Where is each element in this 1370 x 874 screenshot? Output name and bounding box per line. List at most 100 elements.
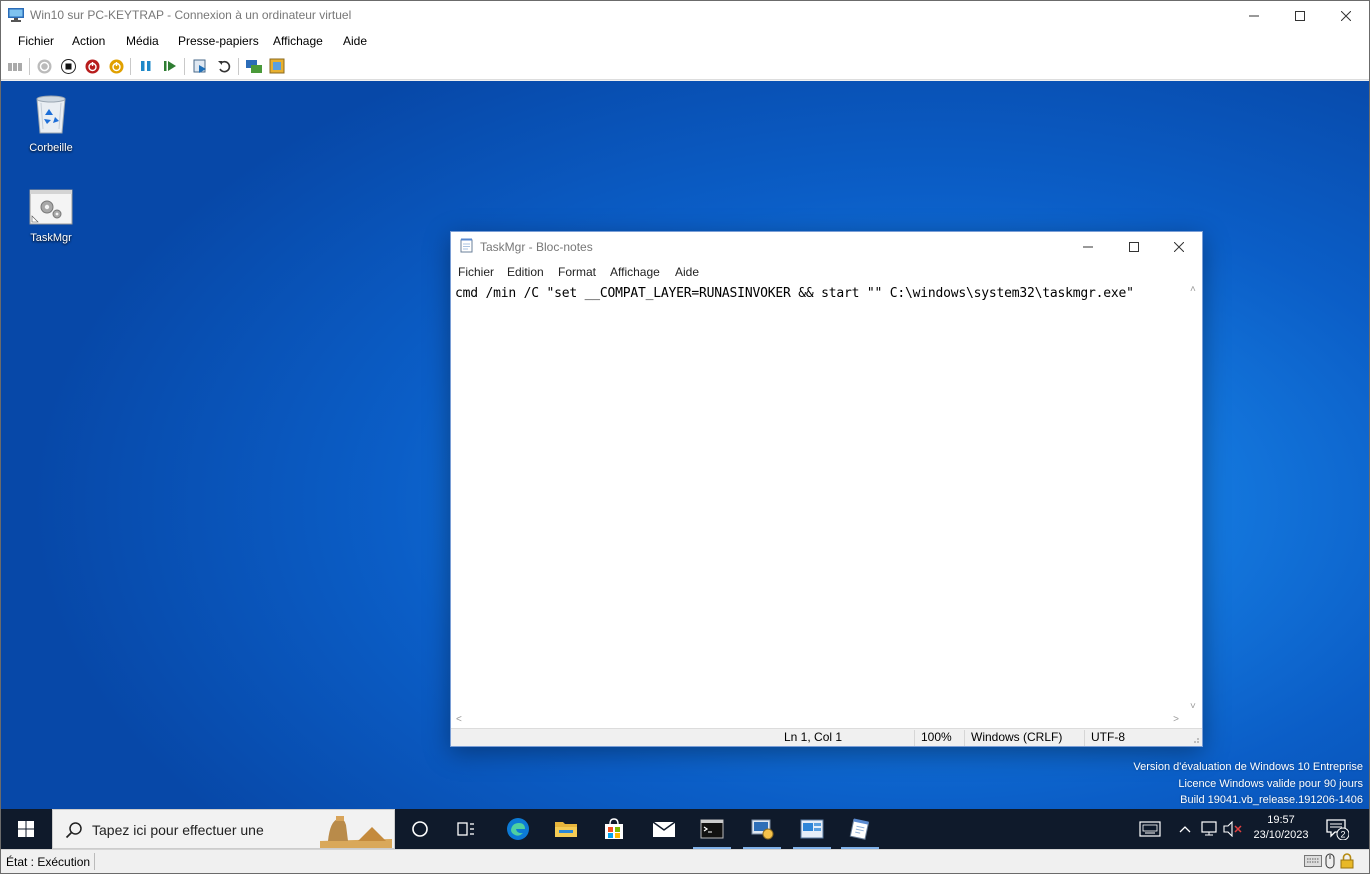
resume-button[interactable] xyxy=(162,58,178,74)
task-view-button[interactable] xyxy=(443,809,489,849)
close-button[interactable] xyxy=(1323,1,1369,31)
notepad-title-bar[interactable]: TaskMgr - Bloc-notes xyxy=(451,232,1202,261)
notepad-maximize-button[interactable] xyxy=(1111,232,1157,261)
maximize-icon xyxy=(1295,11,1305,21)
pause-button[interactable] xyxy=(138,58,154,74)
vm-connection-window: Win10 sur PC-KEYTRAP - Connexion à un or… xyxy=(0,0,1370,874)
desktop-icon-taskmgr[interactable]: TaskMgr xyxy=(15,189,87,244)
terminal-icon xyxy=(700,819,724,839)
notepad-text-area[interactable]: cmd /min /C "set __COMPAT_LAYER=RUNASINV… xyxy=(451,283,1186,713)
notepad-icon xyxy=(849,818,870,840)
tray-show-hidden-icons[interactable] xyxy=(1177,819,1193,839)
enhanced-session-icon xyxy=(246,60,262,73)
menu-action[interactable]: Action xyxy=(72,34,105,48)
notepad-menu-fichier[interactable]: Fichier xyxy=(458,265,494,279)
search-placeholder: Tapez ici pour effectuer une xyxy=(92,822,264,838)
scroll-left-icon[interactable]: < xyxy=(456,714,462,725)
taskbar-app-mail[interactable] xyxy=(641,809,687,849)
share-button[interactable] xyxy=(269,58,285,74)
evaluation-watermark: Version d'évaluation de Windows 10 Entre… xyxy=(1133,759,1363,809)
keyboard-icon xyxy=(1139,821,1161,837)
stop-icon xyxy=(60,58,76,74)
share-icon xyxy=(269,58,285,74)
maximize-button[interactable] xyxy=(1277,1,1323,31)
maximize-icon xyxy=(1129,241,1139,252)
power-icon xyxy=(37,59,51,73)
menu-presse-papiers[interactable]: Presse-papiers xyxy=(178,34,259,48)
zoom-level: 100% xyxy=(914,730,952,746)
notepad-icon xyxy=(460,238,473,253)
resize-grip-icon[interactable] xyxy=(1192,736,1200,744)
lock-icon xyxy=(1340,853,1354,869)
mail-icon xyxy=(652,821,676,837)
checkpoint-button[interactable] xyxy=(192,58,208,74)
control-panel-icon xyxy=(800,819,824,839)
enhanced-session-button[interactable] xyxy=(246,58,262,74)
menu-affichage[interactable]: Affichage xyxy=(273,34,323,48)
notepad-menu-bar: Fichier Edition Format Affichage Aide xyxy=(451,261,1202,283)
recycle-bin-icon xyxy=(36,95,66,134)
watermark-line: Build 19041.vb_release.191206-1406 xyxy=(1180,794,1363,806)
taskbar-app-edge[interactable] xyxy=(495,809,541,849)
tray-volume[interactable] xyxy=(1223,819,1243,839)
tray-network[interactable] xyxy=(1200,819,1220,839)
notepad-minimize-button[interactable] xyxy=(1065,232,1111,261)
vm-state: État : Exécution xyxy=(6,855,91,869)
tray-notifications[interactable]: 2 xyxy=(1324,819,1350,840)
desktop-icon-label: TaskMgr xyxy=(30,232,72,244)
notepad-close-button[interactable] xyxy=(1156,232,1202,261)
task-view-icon xyxy=(457,822,474,836)
turn-off-button[interactable] xyxy=(60,58,76,74)
taskbar-search-box[interactable]: Tapez ici pour effectuer une xyxy=(52,809,395,849)
notepad-menu-aide[interactable]: Aide xyxy=(675,265,699,279)
host-title-bar[interactable]: Win10 sur PC-KEYTRAP - Connexion à un or… xyxy=(1,1,1369,31)
desktop-icon-recycle-bin[interactable]: Corbeille xyxy=(15,89,87,154)
taskbar-app-explorer[interactable] xyxy=(543,809,589,849)
tray-touch-keyboard[interactable] xyxy=(1137,819,1163,839)
notepad-status-bar: Ln 1, Col 1 100% Windows (CRLF) UTF-8 xyxy=(451,728,1202,746)
notepad-window-title: TaskMgr - Bloc-notes xyxy=(480,240,593,254)
ctrl-alt-del-button[interactable] xyxy=(7,58,23,74)
host-status-bar: État : Exécution xyxy=(1,849,1369,873)
notepad-vertical-scrollbar[interactable]: ˄ ˅ xyxy=(1186,283,1202,713)
taskbar-app-control-panel[interactable] xyxy=(789,809,835,849)
shutdown-button[interactable] xyxy=(84,58,100,74)
task-view-cortana-button[interactable] xyxy=(397,809,443,849)
taskbar-app-store[interactable] xyxy=(591,809,637,849)
taskbar-app-notepad[interactable] xyxy=(837,809,883,849)
shutdown-icon xyxy=(85,59,99,73)
revert-button[interactable] xyxy=(216,58,232,74)
save-state-icon xyxy=(109,59,123,73)
taskbar-clock[interactable]: 19:57 23/10/2023 xyxy=(1245,813,1317,843)
minimize-icon xyxy=(1249,15,1259,17)
host-toolbar xyxy=(1,53,1369,80)
cursor-position: Ln 1, Col 1 xyxy=(784,730,843,744)
taskbar-app-hyperv[interactable] xyxy=(739,809,785,849)
notepad-menu-affichage[interactable]: Affichage xyxy=(610,265,660,279)
chevron-up-icon xyxy=(1179,826,1191,833)
keyboard-indicator-icon xyxy=(1304,855,1322,867)
watermark-line: Version d'évaluation de Windows 10 Entre… xyxy=(1133,761,1363,773)
menu-aide[interactable]: Aide xyxy=(343,34,367,48)
notepad-horizontal-scrollbar[interactable]: < > xyxy=(451,713,1186,728)
minimize-button[interactable] xyxy=(1231,1,1277,31)
scroll-right-icon[interactable]: > xyxy=(1173,714,1179,725)
vm-manager-icon xyxy=(751,819,774,840)
cortana-icon xyxy=(412,821,428,837)
desktop-icon-label: Corbeille xyxy=(29,142,73,154)
menu-media[interactable]: Média xyxy=(126,34,159,48)
scroll-down-icon[interactable]: ˅ xyxy=(1190,701,1196,712)
notepad-menu-format[interactable]: Format xyxy=(558,265,596,279)
start-button[interactable] xyxy=(1,809,51,849)
start-vm-button[interactable] xyxy=(36,58,52,74)
windows-logo-icon xyxy=(18,821,34,837)
menu-fichier[interactable]: Fichier xyxy=(18,34,54,48)
edge-icon xyxy=(507,818,529,840)
host-window-title: Win10 sur PC-KEYTRAP - Connexion à un or… xyxy=(30,8,352,22)
scroll-up-icon[interactable]: ˄ xyxy=(1190,284,1196,295)
taskbar-app-cmd[interactable] xyxy=(689,809,735,849)
notepad-content: cmd /min /C "set __COMPAT_LAYER=RUNASINV… xyxy=(455,286,1134,301)
notepad-menu-edition[interactable]: Edition xyxy=(507,265,544,279)
host-menu-bar: Fichier Action Média Presse-papiers Affi… xyxy=(1,31,1369,53)
save-state-button[interactable] xyxy=(108,58,124,74)
